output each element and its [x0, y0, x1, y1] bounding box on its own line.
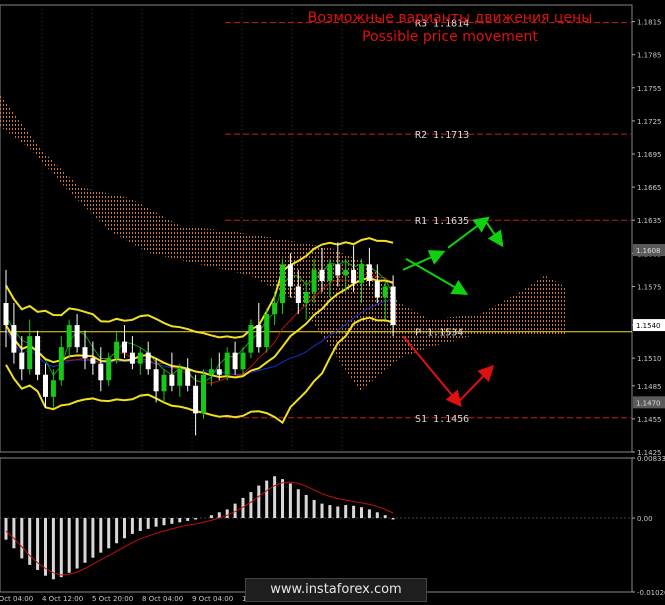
candle-body [311, 269, 317, 292]
candle-body [382, 286, 388, 298]
candle-body [35, 336, 41, 375]
price-tag-label: 1.1540 [636, 322, 661, 330]
candle-body [82, 347, 88, 359]
x-tick-label: 9 Oct 04:00 [192, 595, 233, 603]
y-tick-label: 1.1665 [637, 184, 662, 192]
candle-body [366, 264, 372, 281]
level-label-r2: R2 1.1713 [415, 130, 469, 141]
candle-body [295, 286, 301, 303]
level-label-p: P 1.1534 [415, 328, 463, 339]
title-en: Possible price movement [362, 29, 538, 45]
price-chart[interactable]: R3 1.1814R2 1.1713R1 1.1635P 1.1534S1 1.… [0, 0, 665, 605]
candle-body [287, 264, 293, 287]
candle-body [359, 264, 364, 284]
candle-body [50, 380, 56, 397]
candle-body [185, 369, 191, 386]
candle-body [74, 325, 80, 348]
candle-body [374, 280, 380, 298]
candle-body [319, 269, 325, 281]
y-tick-label: 1.1695 [637, 151, 662, 159]
candle-body [232, 352, 238, 370]
candle-body [201, 374, 206, 414]
y-tick-label: 1.1755 [637, 85, 662, 93]
candle-body [303, 291, 309, 303]
candle-body [193, 385, 199, 414]
y-tick-label: 1.1785 [637, 52, 662, 60]
candle-body [58, 347, 64, 381]
y-tick-label: 1.1635 [637, 217, 662, 225]
candle-body [145, 352, 151, 370]
y-tick-label: 1.1455 [637, 416, 662, 424]
x-tick-label: 8 Oct 04:00 [142, 595, 183, 603]
candle-body [335, 264, 341, 276]
macd-y-tick-label: 0.00 [637, 515, 653, 523]
candle-body [216, 369, 222, 375]
candle-body [264, 314, 270, 348]
candle-body [351, 269, 357, 284]
candle-body [66, 325, 72, 348]
candle-body [390, 286, 396, 326]
candle-body [3, 303, 9, 326]
watermark: www.instaforex.com [245, 578, 427, 602]
candle-body [19, 352, 25, 370]
candle-body [169, 374, 175, 386]
candle-body [114, 341, 120, 359]
candle-body [327, 264, 333, 281]
y-tick-label: 1.1725 [637, 118, 662, 126]
candle-body [272, 303, 278, 315]
candle-body [129, 352, 135, 364]
y-tick-label: 1.1575 [637, 283, 662, 291]
candle-body [256, 325, 262, 348]
candle-body [224, 352, 230, 375]
level-label-s1: S1 1.1456 [415, 414, 469, 425]
candle-body [27, 336, 33, 370]
candle-body [177, 369, 183, 386]
title-ru: Возможные варианты движения цены [308, 10, 593, 26]
candle-body [208, 369, 214, 375]
candle-body [137, 352, 143, 364]
candle-body [343, 269, 349, 276]
macd-y-tick-label: 0.00833 [637, 455, 665, 463]
price-tag-label: 1.1470 [636, 399, 661, 407]
price-tag-label: 1.1608 [636, 247, 661, 255]
y-tick-label: 1.1815 [637, 19, 662, 27]
candle-body [106, 358, 112, 381]
candle-body [280, 264, 285, 303]
candle-body [153, 369, 159, 392]
candle-body [122, 341, 127, 353]
candle-body [43, 374, 48, 397]
x-tick-label: 4 Oct 12:00 [42, 595, 83, 603]
level-label-r1: R1 1.1635 [415, 216, 469, 227]
x-tick-label: 4 Oct 04:00 [0, 595, 33, 603]
candle-body [90, 358, 96, 364]
y-tick-label: 1.1485 [637, 383, 662, 391]
macd-y-tick-label: -0.01026 [637, 589, 665, 597]
x-tick-label: 5 Oct 20:00 [92, 595, 133, 603]
candle-body [248, 325, 254, 353]
candle-body [98, 363, 104, 381]
candle-body [161, 374, 167, 392]
candle-body [11, 325, 17, 353]
candle-body [240, 352, 246, 370]
y-tick-label: 1.1510 [637, 355, 662, 363]
